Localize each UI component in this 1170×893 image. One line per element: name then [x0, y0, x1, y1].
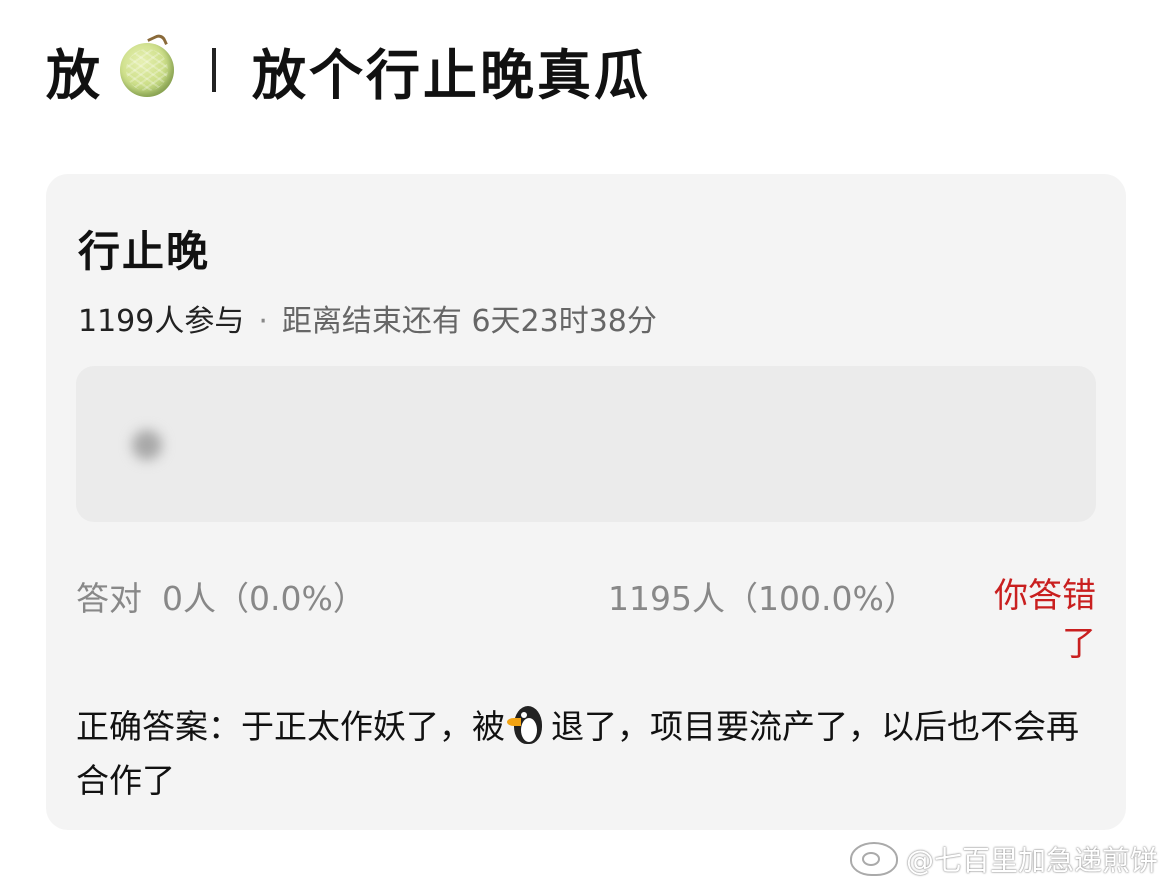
correct-stat-label: 答对: [76, 579, 142, 618]
quiz-card: 行止晚 1199人参与 · 距离结束还有 6天23时38分 答对 0人（0.0%） 1…: [46, 174, 1126, 830]
wrong-stat-value: 1195人（100.0%）: [608, 579, 917, 618]
watermark-text: @七百里加急递煎饼: [905, 844, 1158, 877]
penguin-icon: [507, 704, 547, 746]
correct-stat: 答对 0人（0.0%）: [76, 572, 366, 620]
post-header: 放 放个行止晚真瓜: [46, 34, 651, 107]
weibo-icon: [849, 842, 898, 876]
header-prefix: 放: [46, 43, 102, 107]
quiz-meta: 1199人参与 · 距离结束还有 6天23时38分: [78, 296, 657, 340]
melon-icon: [120, 43, 174, 97]
correct-stat-value: 0人（0.0%）: [162, 579, 366, 618]
answer-part-1: 正确答案：于正太作妖了，被: [76, 707, 505, 746]
blurred-option-marker: [132, 430, 162, 460]
meta-dot: ·: [258, 304, 268, 339]
participant-count: 1199人参与: [78, 304, 245, 339]
watermark: @七百里加急递煎饼: [849, 839, 1158, 879]
post-title: 放个行止晚真瓜: [252, 43, 651, 107]
countdown-text: 距离结束还有 6天23时38分: [281, 304, 657, 339]
wrong-answer-badge: 你答错了: [994, 576, 1096, 664]
header-separator: [212, 48, 216, 92]
quiz-title: 行止晚: [78, 227, 211, 276]
quiz-option-box[interactable]: [76, 366, 1096, 522]
correct-answer-text: 正确答案：于正太作妖了，被 退了，项目要流产了，以后也不会再合作了: [76, 700, 1086, 808]
